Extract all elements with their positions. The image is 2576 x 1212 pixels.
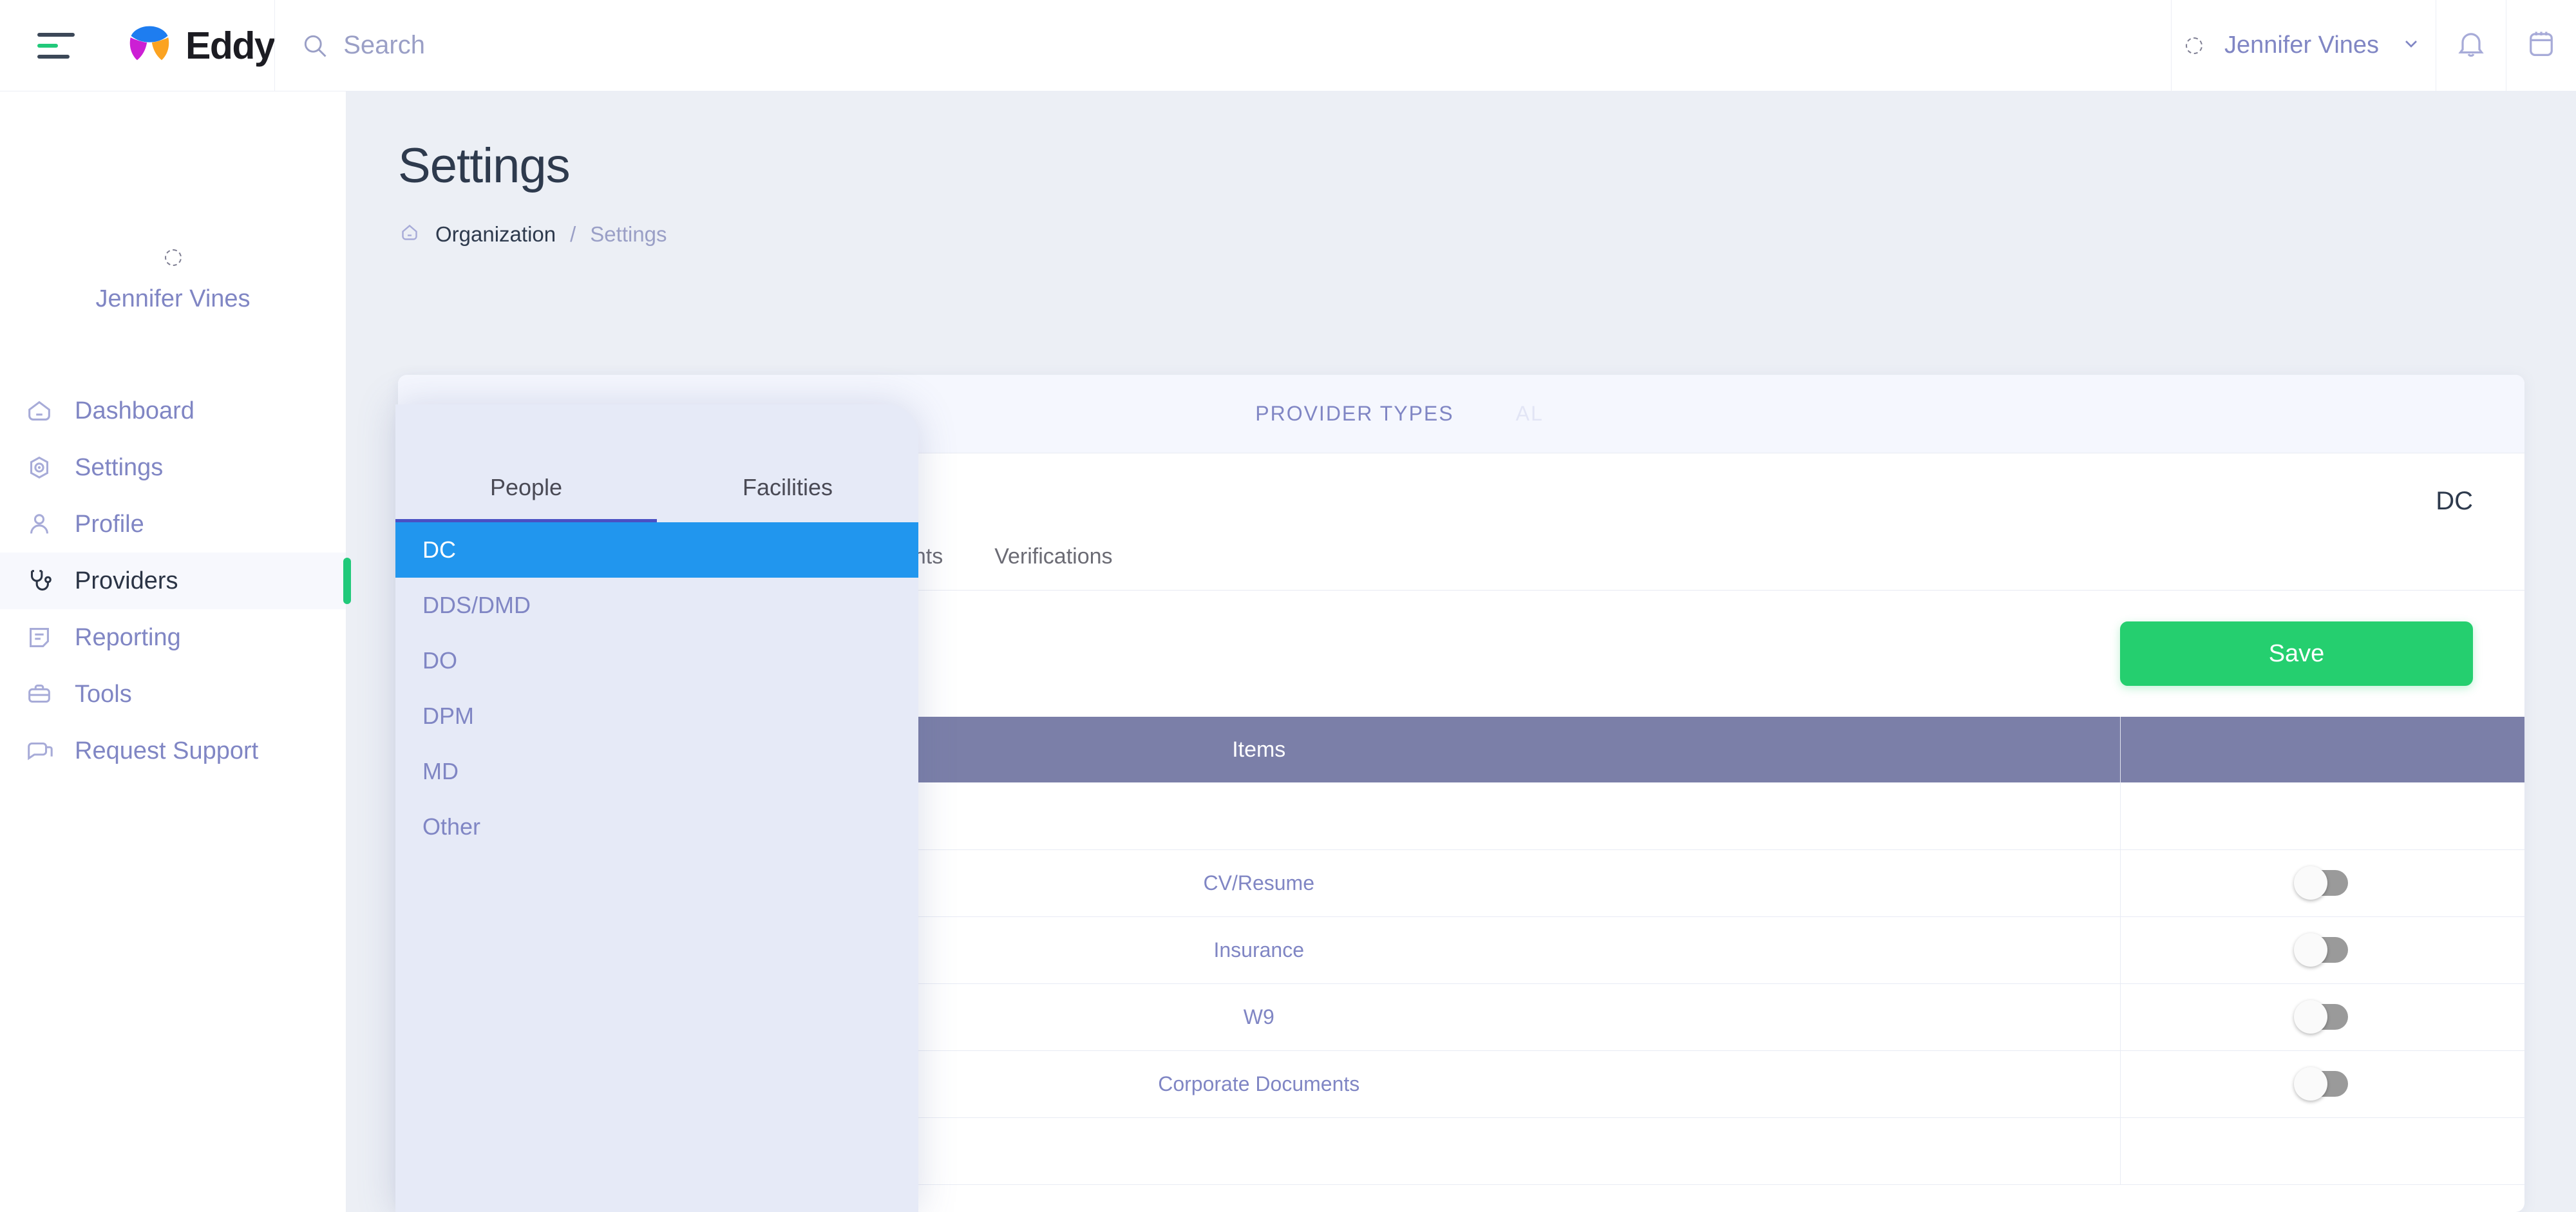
top-bar: Eddy Jennifer Vines bbox=[0, 0, 2576, 91]
toggle-cell bbox=[2120, 983, 2524, 1051]
popover-option-do[interactable]: DO bbox=[395, 633, 918, 688]
toggle-knob bbox=[2294, 933, 2328, 967]
chevron-down-icon bbox=[2401, 33, 2421, 57]
sidebar-nav: Dashboard Settings Profile Providers Rep… bbox=[0, 383, 351, 779]
hamburger-line-2 bbox=[37, 43, 59, 48]
provider-type-popover: People Facilities DC DDS/DMD DO DPM MD O… bbox=[395, 404, 918, 1212]
search-bar[interactable] bbox=[275, 31, 2171, 60]
group-toggle-cell bbox=[2120, 782, 2524, 850]
sidebar-avatar bbox=[164, 249, 182, 266]
toggle-knob bbox=[2294, 1067, 2328, 1101]
hamburger-line-1 bbox=[37, 32, 75, 37]
sidebar-item-label: Profile bbox=[75, 510, 144, 538]
requirement-value: DC bbox=[2436, 487, 2473, 515]
toggle-cv-resume[interactable] bbox=[2294, 866, 2349, 900]
sidebar-item-tools[interactable]: Tools bbox=[0, 666, 346, 723]
notifications-button[interactable] bbox=[2436, 0, 2506, 91]
breadcrumb-current: Settings bbox=[590, 222, 667, 246]
bell-icon bbox=[2454, 27, 2488, 64]
sidebar-item-label: Dashboard bbox=[75, 397, 194, 424]
sidebar-user-name: Jennifer Vines bbox=[95, 285, 251, 312]
sidebar-item-label: Tools bbox=[75, 680, 132, 708]
toggle-knob bbox=[2294, 866, 2328, 900]
tab-faded-1[interactable]: AL bbox=[1485, 402, 1575, 426]
sidebar-item-label: Request Support bbox=[75, 737, 259, 764]
tab-verifications[interactable]: Verifications bbox=[969, 544, 1138, 590]
hamburger-icon[interactable] bbox=[37, 32, 75, 59]
item-label: Insurance bbox=[1213, 938, 1305, 961]
briefcase-icon bbox=[22, 677, 57, 712]
sidebar-item-request-support[interactable]: Request Support bbox=[0, 723, 346, 779]
eddy-logo-icon bbox=[125, 21, 174, 70]
toggle-knob bbox=[2294, 1000, 2328, 1034]
item-label: W9 bbox=[1243, 1005, 1274, 1028]
toggle-cell bbox=[2120, 1050, 2524, 1118]
toggle-w9[interactable] bbox=[2294, 1000, 2349, 1034]
hamburger-line-3 bbox=[37, 54, 70, 59]
toggle-corporate-documents[interactable] bbox=[2294, 1067, 2349, 1101]
sidebar-item-settings[interactable]: Settings bbox=[0, 439, 346, 496]
breadcrumb: Organization / Settings bbox=[398, 221, 2576, 247]
sidebar-item-label: Reporting bbox=[75, 623, 181, 651]
sidebar-item-providers[interactable]: Providers bbox=[0, 553, 351, 609]
popover-tabs: People Facilities bbox=[395, 474, 918, 522]
gear-icon bbox=[22, 450, 57, 485]
chat-icon bbox=[22, 734, 57, 768]
sidebar-item-profile[interactable]: Profile bbox=[0, 496, 346, 553]
calendar-icon bbox=[2524, 27, 2558, 64]
stethoscope-icon bbox=[22, 563, 57, 598]
search-input[interactable] bbox=[343, 31, 795, 60]
sidebar-item-dashboard[interactable]: Dashboard bbox=[0, 383, 346, 439]
popover-option-list: DC DDS/DMD DO DPM MD Other bbox=[395, 522, 918, 855]
breadcrumb-separator: / bbox=[570, 222, 576, 246]
breadcrumb-home-icon[interactable] bbox=[398, 221, 421, 247]
popover-option-md[interactable]: MD bbox=[395, 744, 918, 799]
popover-option-dpm[interactable]: DPM bbox=[395, 688, 918, 744]
page-title: Settings bbox=[398, 138, 571, 193]
user-icon bbox=[22, 507, 57, 542]
home-icon bbox=[22, 393, 57, 428]
toggle-cell bbox=[2120, 849, 2524, 917]
report-icon bbox=[22, 620, 57, 655]
popover-option-dc[interactable]: DC bbox=[395, 522, 918, 578]
sidebar: Jennifer Vines Dashboard Settings Profil… bbox=[0, 91, 351, 1212]
brand-logo[interactable]: Eddy bbox=[125, 21, 276, 70]
column-header-toggle bbox=[2120, 717, 2524, 782]
sidebar-item-label: Settings bbox=[75, 453, 164, 481]
popover-option-dds-dmd[interactable]: DDS/DMD bbox=[395, 578, 918, 633]
toggle-insurance[interactable] bbox=[2294, 933, 2349, 967]
popover-tab-facilities[interactable]: Facilities bbox=[657, 474, 918, 522]
brand-name: Eddy bbox=[185, 24, 276, 67]
save-button[interactable]: Save bbox=[2120, 621, 2473, 686]
tab-provider-types[interactable]: PROVIDER TYPES bbox=[1224, 402, 1484, 426]
avatar bbox=[2185, 37, 2202, 54]
breadcrumb-parent[interactable]: Organization bbox=[435, 222, 556, 247]
item-label: Corporate Documents bbox=[1158, 1072, 1360, 1095]
sidebar-item-label: Providers bbox=[75, 567, 178, 594]
user-menu[interactable]: Jennifer Vines bbox=[2172, 0, 2436, 91]
popover-option-other[interactable]: Other bbox=[395, 799, 918, 855]
toggle-cell bbox=[2120, 916, 2524, 984]
sidebar-item-reporting[interactable]: Reporting bbox=[0, 609, 346, 666]
item-label: CV/Resume bbox=[1203, 871, 1315, 895]
popover-tab-people[interactable]: People bbox=[395, 474, 657, 522]
group-toggle-cell bbox=[2120, 1117, 2524, 1185]
user-name: Jennifer Vines bbox=[2224, 32, 2380, 59]
search-icon bbox=[301, 32, 329, 60]
calendar-button[interactable] bbox=[2506, 0, 2576, 91]
